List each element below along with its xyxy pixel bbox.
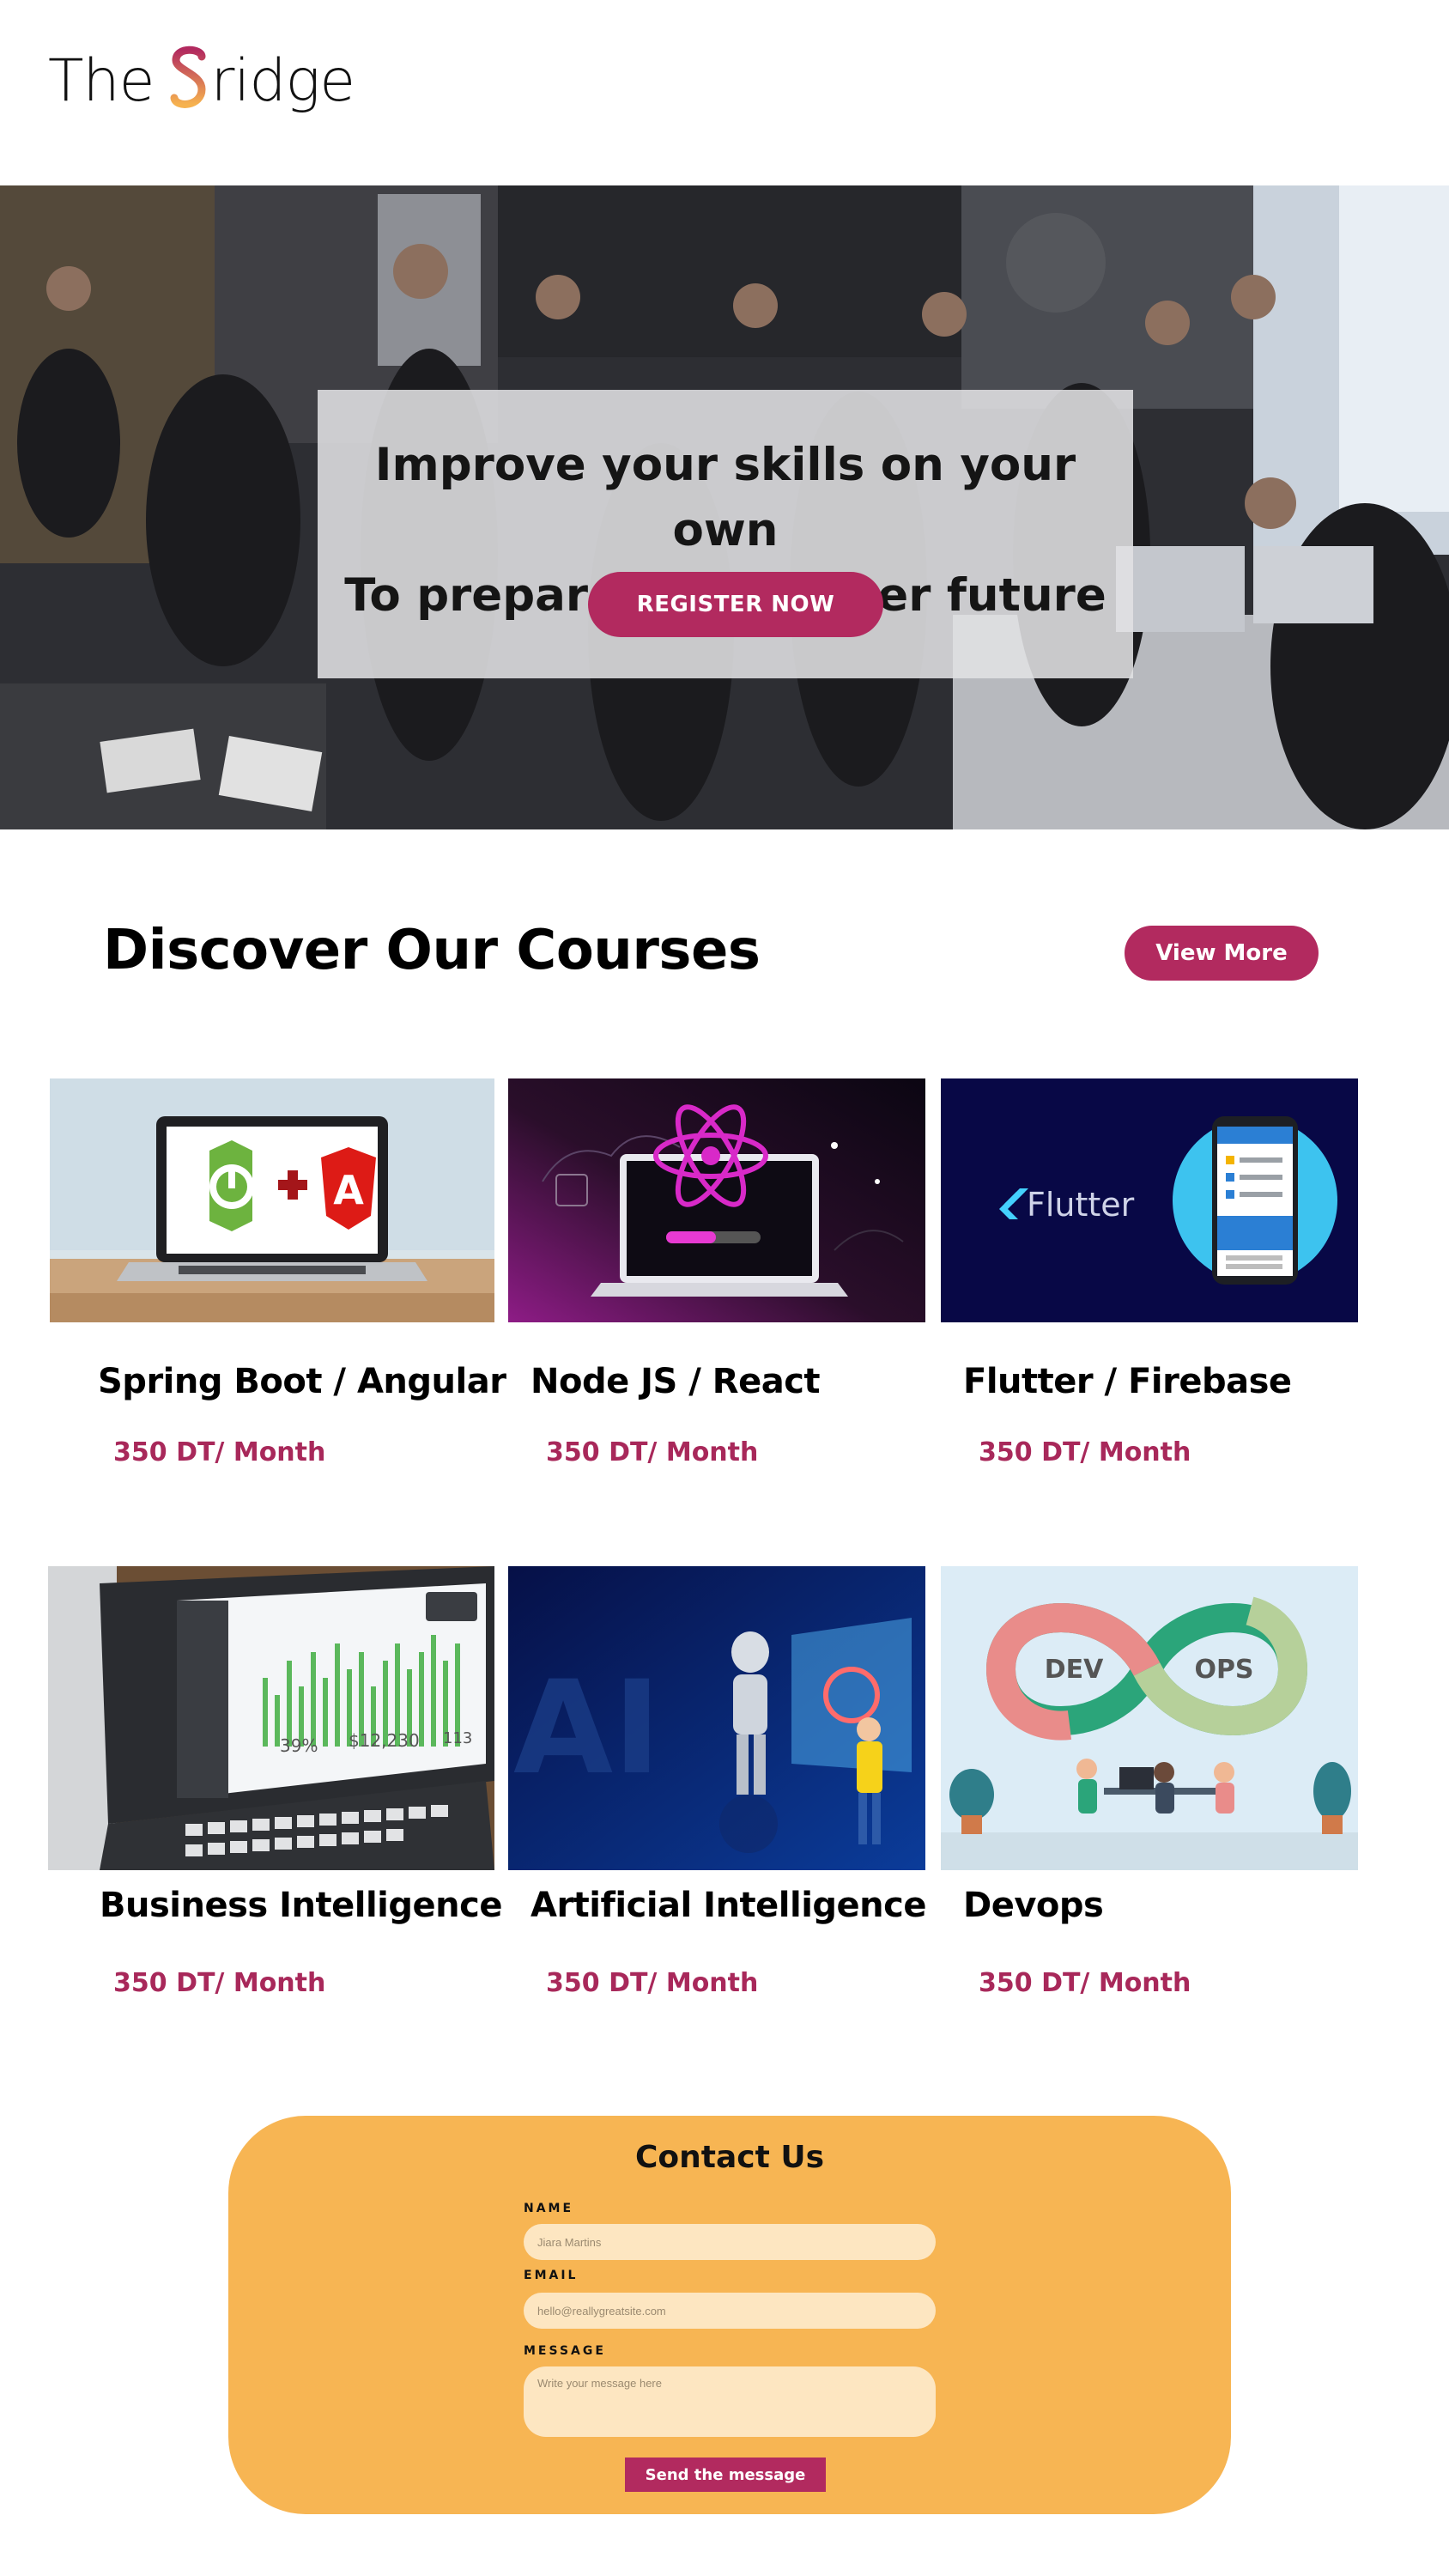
course-name[interactable]: Artificial Intelligence [530,1886,927,1925]
course-name[interactable]: Flutter / Firebase [963,1362,1292,1401]
message-label: MESSAGE [524,2344,606,2358]
course-price: 350 DT/ Month [546,1968,759,1998]
course-card-artificial-intelligence[interactable]: AI [508,1566,925,1870]
logo-text-prefix: The [48,46,155,115]
course-card-devops[interactable]: DEV OPS [941,1566,1358,1870]
dashboard-laptop-icon: 39% $12,230 113 [48,1566,494,1870]
message-field[interactable] [524,2366,936,2437]
logo-text-suffix: ridge [210,46,355,115]
flutter-phone-icon: Flutter [941,1078,1358,1322]
courses-heading: Discover Our Courses [103,919,761,982]
react-laptop-icon [508,1078,925,1322]
laptop-spring-angular-icon: A [50,1078,494,1322]
course-card-node-react[interactable] [508,1078,925,1322]
flutter-wordmark: Flutter [1027,1186,1135,1224]
hero-card: Improve your skills on your own To prepa… [318,390,1133,678]
ai-wordmark: AI [513,1654,661,1803]
course-name[interactable]: Devops [963,1886,1104,1925]
hero-banner: Improve your skills on your own To prepa… [0,185,1449,829]
bi-stat-1: 39% [280,1735,318,1756]
send-message-button[interactable]: Send the message [625,2458,826,2492]
contact-title: Contact Us [634,2140,825,2175]
course-price: 350 DT/ Month [979,1437,1191,1467]
course-card-business-intelligence[interactable]: 39% $12,230 113 [48,1566,494,1870]
course-price: 350 DT/ Month [979,1968,1191,1998]
hero-headline: Improve your skills on your own [374,439,1076,556]
course-name[interactable]: Node JS / React [530,1362,821,1401]
email-label: EMAIL [524,2269,579,2282]
contact-section: Contact Us NAME EMAIL MESSAGE Send the m… [228,2116,1231,2514]
svg-text:A: A [333,1167,364,1213]
course-price: 350 DT/ Month [546,1437,759,1467]
bi-stat-2: $12,230 [349,1730,420,1751]
course-price: 350 DT/ Month [113,1437,326,1467]
course-price: 350 DT/ Month [113,1968,326,1998]
course-card-spring-angular[interactable]: A [50,1078,494,1322]
devops-label-ops: OPS [1194,1655,1253,1685]
bi-stat-3: 113 [443,1729,472,1747]
logo-s-icon [170,46,206,108]
ai-robot-icon: AI [508,1566,925,1870]
name-label: NAME [524,2202,574,2215]
name-field[interactable] [524,2224,936,2260]
course-card-flutter-firebase[interactable]: Flutter [941,1078,1358,1322]
register-now-button[interactable]: REGISTER NOW [588,572,883,637]
course-name[interactable]: Business Intelligence [100,1886,502,1925]
brand-logo[interactable]: The ridge [48,38,355,124]
course-name[interactable]: Spring Boot / Angular [98,1362,506,1401]
view-more-button[interactable]: View More [1125,926,1319,981]
devops-infinity-icon: DEV OPS [941,1566,1358,1870]
devops-label-dev: DEV [1045,1655,1104,1685]
email-field[interactable] [524,2293,936,2329]
